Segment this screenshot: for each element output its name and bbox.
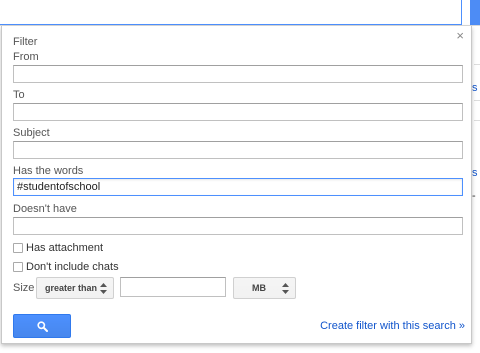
to-field[interactable]: [13, 103, 463, 121]
has-attachment-checkbox[interactable]: [13, 243, 23, 253]
filter-dialog: × Filter From To Subject Has the words D…: [1, 26, 472, 344]
has-words-field[interactable]: [13, 178, 463, 196]
from-label: From: [13, 51, 39, 63]
search-button[interactable]: [13, 314, 71, 338]
has-words-label: Has the words: [13, 165, 84, 177]
background-divider: [474, 120, 480, 121]
subject-label: Subject: [13, 127, 50, 139]
background-divider: [474, 100, 480, 101]
has-attachment-row[interactable]: Has attachment: [13, 242, 103, 254]
dont-include-chats-row[interactable]: Don't include chats: [13, 261, 119, 273]
background-fragment: -: [472, 190, 476, 202]
top-search-bar: [0, 0, 480, 26]
top-search-input[interactable]: [0, 0, 462, 25]
has-attachment-label: Has attachment: [26, 242, 104, 254]
doesnt-have-label: Doesn't have: [13, 203, 77, 215]
background-fragment: s: [472, 82, 478, 94]
dialog-title: Filter: [13, 36, 38, 48]
from-field[interactable]: [13, 65, 463, 83]
size-unit-select[interactable]: MB: [233, 277, 296, 299]
up-down-arrows-icon: [282, 283, 289, 294]
create-filter-link[interactable]: Create filter with this search »: [320, 320, 465, 332]
dont-include-chats-label: Don't include chats: [26, 261, 119, 273]
size-comparator-value: greater than: [45, 283, 98, 293]
doesnt-have-field[interactable]: [13, 217, 463, 235]
to-label: To: [13, 89, 25, 101]
size-value-input[interactable]: [120, 277, 226, 297]
size-label: Size: [13, 282, 35, 294]
subject-field[interactable]: [13, 141, 463, 159]
search-icon: [36, 320, 48, 332]
background-divider: [474, 64, 480, 65]
size-unit-value: MB: [252, 283, 266, 293]
size-comparator-select[interactable]: greater than: [36, 277, 114, 299]
background-fragment: s: [472, 167, 478, 179]
up-down-arrows-icon: [100, 283, 107, 294]
close-icon[interactable]: ×: [456, 29, 464, 42]
top-search-spacer: [462, 0, 470, 25]
top-search-button[interactable]: [470, 0, 480, 25]
dont-include-chats-checkbox[interactable]: [13, 262, 23, 272]
